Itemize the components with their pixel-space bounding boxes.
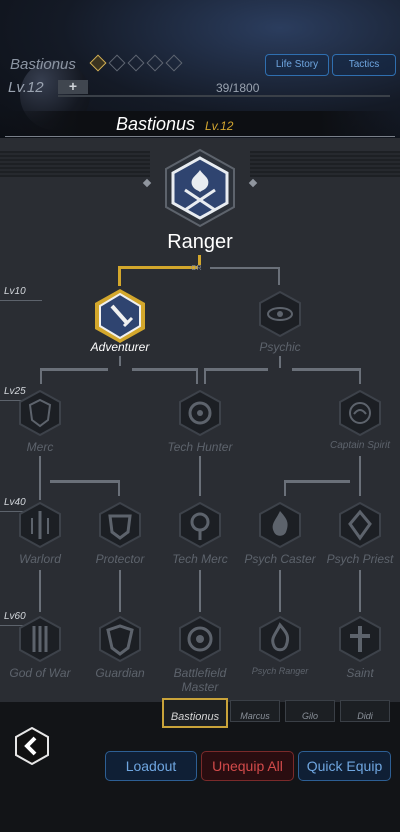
level-up-button[interactable]: +: [58, 79, 88, 94]
tactics-button[interactable]: Tactics: [332, 54, 396, 76]
life-story-button[interactable]: Life Story: [265, 54, 329, 76]
shield-icon: [19, 389, 61, 437]
class-label-psychic: Psychic: [259, 340, 301, 354]
stripe-decoration: [250, 151, 400, 177]
class-node-tech-merc[interactable]: [178, 501, 222, 549]
class-node-psychic[interactable]: [256, 290, 304, 338]
class-node-saint[interactable]: [338, 615, 382, 663]
chevron-left-icon: [15, 726, 49, 766]
unequip-all-button[interactable]: Unequip All: [201, 751, 294, 781]
root-class-node[interactable]: [160, 148, 240, 228]
tech-merc-icon: [179, 501, 221, 549]
eye-icon: [259, 290, 301, 338]
rank-stars: [89, 54, 184, 72]
class-node-captain-spirit[interactable]: [338, 389, 382, 437]
class-label-saint: Saint: [346, 666, 374, 680]
xp-counter: 39/1800: [216, 81, 260, 95]
gear-icon: [179, 389, 221, 437]
character-level: Lv.12: [8, 79, 44, 96]
class-label-merc: Merc: [26, 440, 54, 454]
class-node-psych-ranger[interactable]: [258, 615, 302, 663]
or-label: OR: [191, 265, 202, 272]
character-name: Bastionus: [10, 56, 76, 73]
priest-icon: [339, 501, 381, 549]
god-of-war-icon: [19, 615, 61, 663]
psych-ranger-icon: [259, 615, 301, 663]
party-tab-marcus[interactable]: Marcus: [230, 700, 280, 722]
saint-icon: [339, 615, 381, 663]
class-node-guardian[interactable]: [98, 615, 142, 663]
xp-bar: [58, 95, 390, 97]
party-tab-bastionus[interactable]: Bastionus: [162, 698, 228, 728]
class-node-tech-hunter[interactable]: [178, 389, 222, 437]
rank-diamond-icon: [89, 54, 107, 72]
party-tab-didi[interactable]: Didi: [340, 700, 390, 722]
rank-diamond-icon: [108, 54, 126, 72]
class-node-god-of-war[interactable]: [18, 615, 62, 663]
ranger-icon: [165, 148, 235, 228]
rank-diamond-icon: [165, 54, 183, 72]
class-label-adventurer: Adventurer: [90, 340, 150, 354]
class-node-protector[interactable]: [98, 501, 142, 549]
level-tag: Lv10: [0, 285, 42, 301]
sword-icon: [95, 289, 145, 343]
flame-icon: [259, 501, 301, 549]
rank-diamond-icon: [146, 54, 164, 72]
root-class-name: Ranger: [167, 231, 233, 253]
guardian-icon: [99, 615, 141, 663]
back-button[interactable]: [14, 726, 50, 766]
rank-diamond-icon: [127, 54, 145, 72]
warlord-icon: [19, 501, 61, 549]
class-node-battlefield-master[interactable]: [178, 615, 222, 663]
battlefield-master-icon: [179, 615, 221, 663]
quick-equip-button[interactable]: Quick Equip: [298, 751, 391, 781]
spirit-icon: [339, 389, 381, 437]
class-title-level: Lv.12: [205, 119, 234, 133]
class-node-psych-caster[interactable]: [258, 501, 302, 549]
loadout-button[interactable]: Loadout: [105, 751, 197, 781]
protector-shield-icon: [99, 501, 141, 549]
stripe-decoration: [0, 151, 150, 177]
class-label-tech-hunter: Tech Hunter: [167, 440, 233, 454]
class-title-bar: [0, 111, 400, 137]
class-node-merc[interactable]: [18, 389, 62, 437]
class-node-psych-priest[interactable]: [338, 501, 382, 549]
class-title-name: Bastionus: [116, 114, 196, 134]
class-label-captain-spirit: Captain Spirit: [329, 440, 391, 451]
class-node-warlord[interactable]: [18, 501, 62, 549]
party-tab-gilo[interactable]: Gilo: [285, 700, 335, 722]
class-label-psych-priest: Psych Priest: [326, 552, 394, 566]
class-node-adventurer[interactable]: [92, 288, 148, 344]
